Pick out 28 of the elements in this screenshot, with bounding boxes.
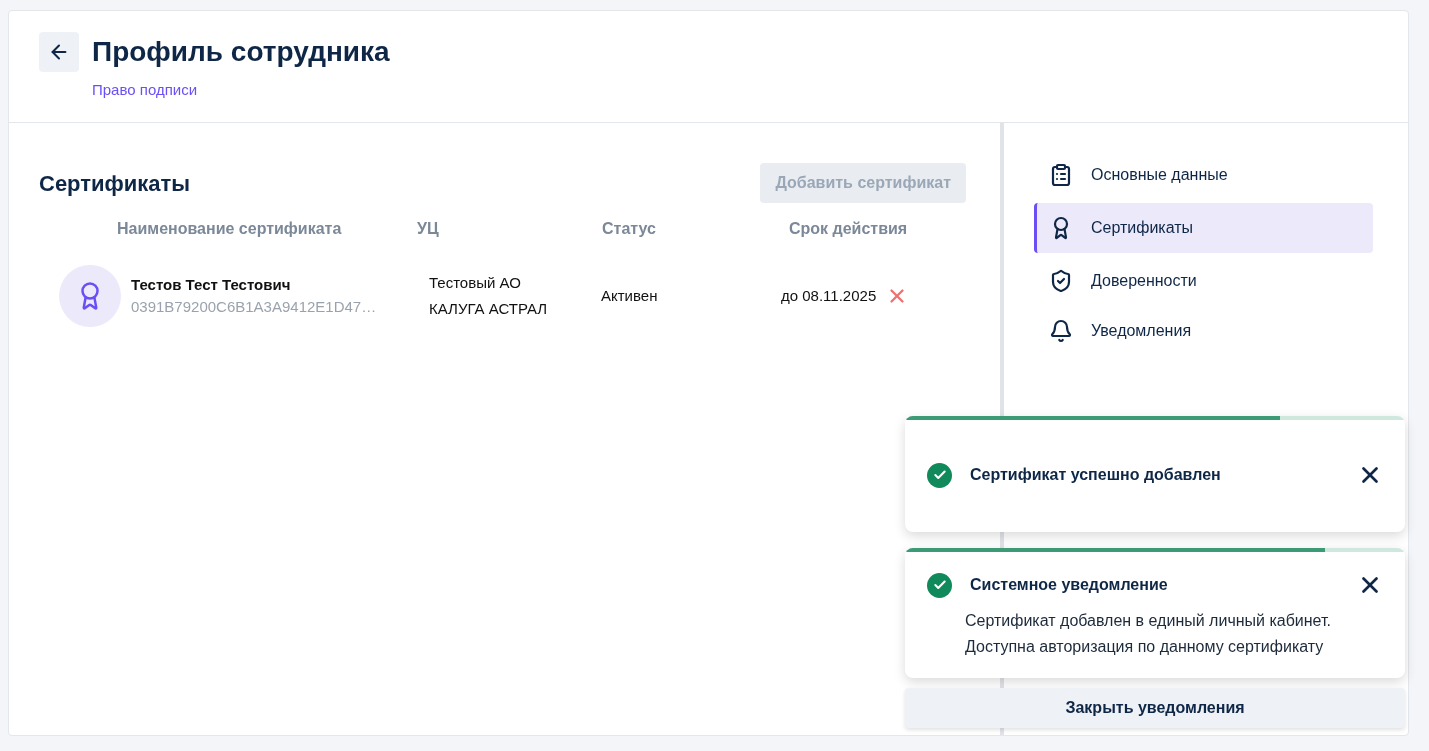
ca-name: КАЛУГА АСТРАЛ xyxy=(429,299,549,319)
clipboard-icon xyxy=(1049,163,1073,187)
section-title: Сертификаты xyxy=(39,169,191,198)
success-check-icon xyxy=(927,572,952,598)
back-button[interactable] xyxy=(39,32,79,72)
notification-title: Системное уведомление xyxy=(970,575,1169,595)
sidebar-item[interactable]: Уведомления xyxy=(1034,309,1373,353)
notification-text: Доступна авторизация по данному сертификату xyxy=(965,637,1325,657)
bell-icon xyxy=(1049,319,1073,343)
certificate-serial: 0391B79200C6B1A3A9412E1D47… xyxy=(131,297,378,317)
sidebar-item[interactable]: Доверенности xyxy=(1034,259,1373,303)
sidebar-item[interactable]: Сертификаты xyxy=(1034,203,1373,253)
column-header: Статус xyxy=(602,219,657,239)
certificate-owner: Тестов Тест Тестович xyxy=(131,274,292,295)
ca-name: Тестовый АО xyxy=(429,272,522,293)
notification-title: Сертификат успешно добавлен xyxy=(970,465,1222,485)
column-header: УЦ xyxy=(417,219,440,239)
shield-icon xyxy=(1049,269,1073,293)
column-header: Срок действия xyxy=(788,219,909,239)
subtitle-link[interactable]: Право подписи xyxy=(92,79,198,102)
sidebar-item[interactable]: Основные данные xyxy=(1034,153,1373,197)
notification-text: Сертификат добавлен в единый личный кабинет. xyxy=(965,611,1332,631)
close-notifications-button[interactable]: Закрыть уведомления xyxy=(905,688,1405,728)
success-check-icon xyxy=(927,462,952,488)
column-header: Наименование сертификата xyxy=(117,219,343,239)
validity-date: до 08.11.2025 xyxy=(781,285,877,306)
status-text: Активен xyxy=(601,285,659,306)
page-title: Профиль сотрудника xyxy=(92,35,390,69)
